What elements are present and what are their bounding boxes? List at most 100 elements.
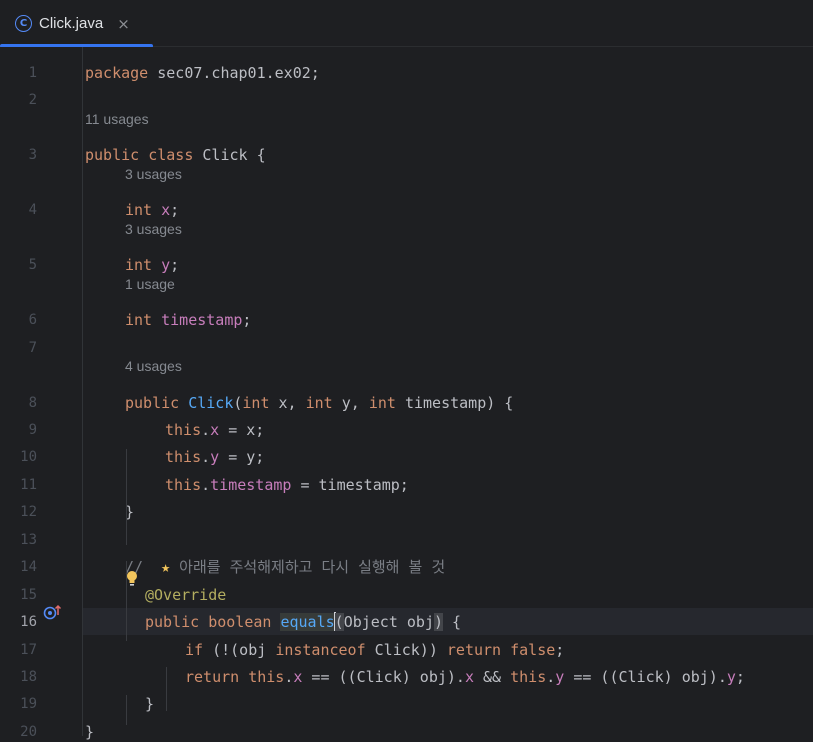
code-token: int — [305, 394, 333, 412]
line-number[interactable]: 8 — [0, 393, 37, 413]
code-token: y — [555, 668, 565, 686]
code-token: 아래를 주석해제하고 다시 실행해 볼 것 — [170, 558, 446, 576]
line-number[interactable]: 12 — [0, 502, 37, 522]
code-token: if — [185, 641, 204, 659]
code-token: && — [474, 668, 511, 686]
usages-hint[interactable]: 3 usages — [125, 220, 182, 238]
code-token: ) — [434, 613, 444, 631]
indent-guide — [166, 667, 167, 711]
code-token: { — [443, 613, 462, 631]
line-number[interactable]: 11 — [0, 475, 37, 495]
code-line[interactable]: this.x = x; — [165, 420, 264, 440]
star-icon: ★ — [161, 558, 171, 576]
line-number[interactable]: 5 — [0, 255, 37, 275]
code-line[interactable]: int y; — [125, 255, 179, 275]
code-token: = timestamp; — [291, 476, 409, 494]
code-token: this — [165, 476, 202, 494]
close-icon[interactable]: × — [117, 15, 130, 33]
code-line[interactable]: public class Click { — [85, 145, 266, 165]
line-number[interactable]: 20 — [0, 722, 37, 742]
code-token: sec07.chap01.ex02; — [148, 64, 320, 82]
code-token: this — [510, 668, 547, 686]
override-method-icon[interactable] — [43, 603, 63, 621]
code-line[interactable]: this.y = y; — [165, 447, 264, 467]
code-token: equals — [280, 613, 335, 631]
code-token: return — [185, 668, 240, 686]
code-token: timestamp — [210, 476, 292, 494]
code-token: ; — [170, 201, 180, 219]
code-line[interactable]: if (!(obj instanceof Click)) return fals… — [185, 640, 564, 660]
line-number[interactable]: 7 — [0, 338, 37, 358]
tab-label: Click.java — [39, 15, 104, 32]
code-token: } — [145, 695, 155, 713]
line-number[interactable]: 6 — [0, 310, 37, 330]
usages-hint[interactable]: 1 usage — [125, 275, 175, 293]
code-token: package — [85, 64, 149, 82]
usages-hint[interactable]: 4 usages — [125, 357, 182, 375]
line-number[interactable]: 3 — [0, 145, 37, 165]
code-line[interactable]: } — [145, 694, 154, 714]
code-token: public — [85, 146, 140, 164]
line-number[interactable]: 10 — [0, 447, 37, 467]
code-token: = y; — [219, 448, 265, 466]
usages-hint[interactable]: 11 usages — [85, 110, 149, 128]
line-number[interactable]: 2 — [0, 90, 37, 110]
indent-guide — [126, 449, 127, 545]
code-token: boolean — [208, 613, 272, 631]
editor-tab-bar: C Click.java × — [0, 0, 813, 48]
usages-hint[interactable]: 3 usages — [125, 165, 182, 183]
line-number[interactable]: 4 — [0, 200, 37, 220]
code-token: ; — [735, 668, 745, 686]
code-token: Click)) — [365, 641, 447, 659]
code-token: . — [546, 668, 556, 686]
line-number[interactable]: 9 — [0, 420, 37, 440]
code-token: this — [165, 448, 202, 466]
code-line[interactable]: // ★ 아래를 주석해제하고 다시 실행해 볼 것 — [125, 557, 445, 577]
code-line[interactable]: int x; — [125, 200, 179, 220]
line-number[interactable]: 18 — [0, 667, 37, 687]
code-line[interactable]: @Override — [145, 585, 226, 605]
line-number[interactable]: 13 — [0, 530, 37, 550]
code-line[interactable]: } — [85, 722, 94, 742]
code-token: int — [368, 394, 396, 412]
code-token: int — [125, 256, 153, 274]
code-token: public — [145, 613, 200, 631]
code-token: ; — [555, 641, 565, 659]
code-line[interactable]: public Click(int x, int y, int timestamp… — [125, 393, 513, 413]
line-number[interactable]: 1 — [0, 63, 37, 83]
code-line[interactable]: int timestamp; — [125, 310, 251, 330]
code-line[interactable]: public boolean equals(Object obj) { — [145, 612, 461, 632]
code-token: x — [464, 668, 474, 686]
lightbulb-icon[interactable] — [125, 570, 139, 588]
code-token: x — [210, 421, 220, 439]
code-token: = x; — [219, 421, 265, 439]
code-editor[interactable]: 1 package sec07.chap01.ex02; 2 3 11 usages pu… — [0, 47, 813, 741]
code-token: Click { — [193, 146, 266, 164]
code-token: this — [165, 421, 202, 439]
code-token: this — [248, 668, 285, 686]
code-line[interactable]: this.timestamp = timestamp; — [165, 475, 409, 495]
tab-click-java[interactable]: C Click.java × — [0, 0, 153, 48]
code-line[interactable]: package sec07.chap01.ex02; — [85, 63, 320, 83]
code-token: false — [510, 641, 556, 659]
code-token: == ((Click) obj). — [564, 668, 727, 686]
line-number[interactable]: 16 — [0, 612, 37, 632]
code-token: } — [85, 723, 95, 741]
indent-guide — [126, 695, 127, 725]
code-token: y — [161, 256, 171, 274]
code-token: . — [201, 476, 211, 494]
code-token: y — [210, 448, 220, 466]
code-token: int — [242, 394, 270, 412]
line-number[interactable]: 17 — [0, 640, 37, 660]
code-token: int — [125, 201, 153, 219]
code-token: timestamp — [161, 311, 243, 329]
line-number[interactable]: 14 — [0, 557, 37, 577]
code-line[interactable]: return this.x == ((Click) obj).x && this… — [185, 667, 745, 687]
line-number[interactable]: 15 — [0, 585, 37, 605]
line-number[interactable]: 19 — [0, 694, 37, 714]
